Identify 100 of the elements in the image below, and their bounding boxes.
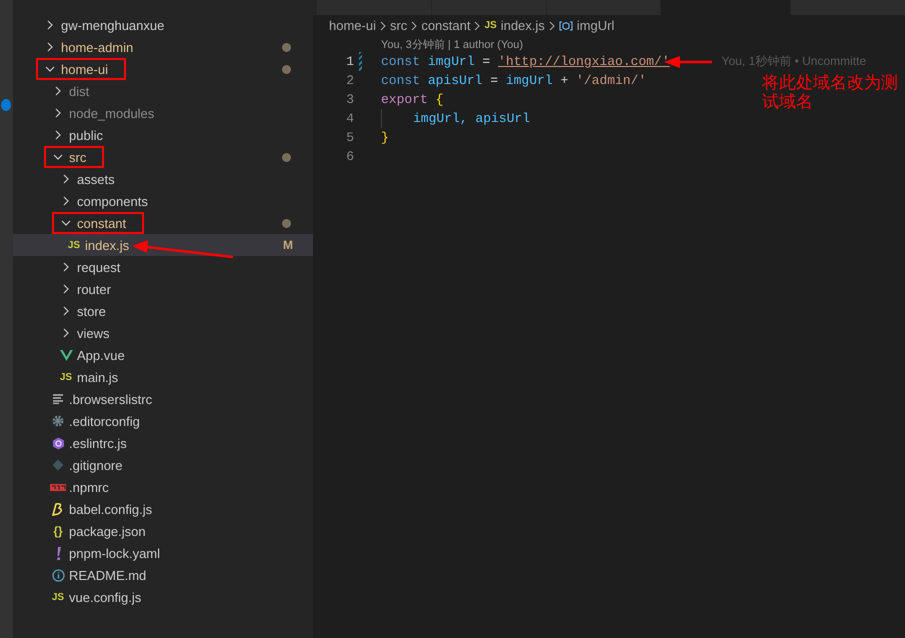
breadcrumb-item[interactable]: imgUrl xyxy=(576,18,614,33)
js-file-icon: JS xyxy=(68,240,80,250)
chevron-icon xyxy=(61,284,71,294)
gear-icon xyxy=(52,415,64,427)
breadcrumb-item[interactable]: src xyxy=(390,18,408,33)
file-name: main.js xyxy=(77,370,118,384)
js-file-icon: JS xyxy=(484,20,497,31)
js-file-icon: JS xyxy=(60,372,72,382)
chevron-icon xyxy=(53,86,63,96)
folder-row[interactable]: dist xyxy=(13,80,313,102)
file-row[interactable]: README.md xyxy=(13,564,313,586)
chevron-icon xyxy=(53,130,63,140)
file-row[interactable]: .browserslistrc xyxy=(13,388,313,410)
folder-name: assets xyxy=(77,172,115,186)
folder-row[interactable]: node_modules xyxy=(13,102,313,124)
folder-row[interactable]: gw-menghuanxue xyxy=(13,14,313,36)
info-icon xyxy=(52,568,64,582)
codelens-text[interactable]: You, 3分钟前 | 1 author (You) xyxy=(381,36,524,52)
line-number: 4 xyxy=(345,111,354,126)
line-number: 6 xyxy=(345,149,354,164)
file-name: vue.config.js xyxy=(69,590,142,604)
chevron-icon xyxy=(61,196,71,206)
file-row[interactable]: {} package.json xyxy=(13,520,313,542)
folder-name: home-admin xyxy=(61,40,134,54)
file-name: pnpm-lock.yaml xyxy=(69,546,160,560)
file-row[interactable]: JS main.js xyxy=(13,366,313,388)
folder-row[interactable]: request xyxy=(13,256,313,278)
file-row[interactable]: JS index.js M xyxy=(13,234,313,256)
chevron-icon xyxy=(380,20,386,30)
file-row[interactable]: JS vue.config.js xyxy=(13,586,313,608)
file-name: package.json xyxy=(69,524,146,538)
file-name: App.vue xyxy=(77,348,125,362)
babel-logo-icon xyxy=(52,502,64,516)
folder-row[interactable]: public xyxy=(13,124,313,146)
folder-row[interactable]: home-ui xyxy=(13,58,313,80)
folder-row[interactable]: components xyxy=(13,190,313,212)
chevron-icon xyxy=(61,328,71,338)
vue-logo-icon xyxy=(60,350,72,360)
folder-name: node_modules xyxy=(69,106,154,120)
file-row[interactable]: .npmrc xyxy=(13,476,313,498)
folder-row[interactable]: home-admin xyxy=(13,36,313,58)
code-line: const apisUrl = imgUrl + '/admin/' xyxy=(381,72,646,90)
npm-logo-icon xyxy=(50,484,66,490)
chevron-icon xyxy=(45,64,55,74)
hexagon-icon xyxy=(52,436,64,450)
folder-row[interactable]: assets xyxy=(13,168,313,190)
file-name: .browserslistrc xyxy=(69,392,152,406)
file-row[interactable]: pnpm-lock.yaml xyxy=(13,542,313,564)
braces-icon: {} xyxy=(53,524,63,538)
code-line: export { xyxy=(381,91,444,109)
file-name: .editorconfig xyxy=(69,414,140,428)
folder-row[interactable]: router xyxy=(13,278,313,300)
chevron-icon xyxy=(411,20,418,30)
chevron-icon xyxy=(61,262,71,272)
folder-name: components xyxy=(77,194,148,208)
chevron-icon xyxy=(45,20,55,30)
notification-badge xyxy=(1,99,11,111)
folder-row[interactable]: store xyxy=(13,300,313,322)
line-number: 1 xyxy=(345,54,354,69)
file-name: index.js xyxy=(85,238,130,252)
folder-row[interactable]: src xyxy=(13,146,313,168)
file-row[interactable]: .gitignore xyxy=(13,454,313,476)
file-name: .gitignore xyxy=(69,458,122,472)
git-status-label: M xyxy=(283,238,293,252)
line-number: 3 xyxy=(345,92,354,107)
folder-row[interactable]: constant xyxy=(13,212,313,234)
line-number: 2 xyxy=(345,73,354,88)
folder-name: store xyxy=(77,304,106,318)
folder-name: router xyxy=(77,282,111,296)
code-line: imgUrl, apisUrl xyxy=(413,110,530,128)
js-file-icon: JS xyxy=(52,592,64,602)
breadcrumb-item[interactable]: home-ui xyxy=(329,18,376,33)
folder-name: constant xyxy=(77,216,126,230)
file-name: .eslintrc.js xyxy=(69,436,127,450)
folder-name: request xyxy=(77,260,120,274)
folder-row[interactable]: views xyxy=(13,322,313,344)
file-row[interactable]: App.vue xyxy=(13,344,313,366)
folder-name: dist xyxy=(69,84,90,98)
diamond-icon xyxy=(52,459,64,471)
file-row[interactable]: .eslintrc.js xyxy=(13,432,313,454)
folder-name: home-ui xyxy=(61,62,108,76)
folder-name: src xyxy=(69,150,86,164)
file-row[interactable]: .editorconfig xyxy=(13,410,313,432)
chevron-icon xyxy=(61,218,71,228)
lines-icon xyxy=(52,394,64,404)
chevron-icon xyxy=(53,152,63,162)
breadcrumb-item[interactable]: index.js xyxy=(500,18,545,33)
code-line: const imgUrl = 'http://longxiao.com/' xyxy=(381,53,670,71)
chevron-icon xyxy=(61,174,71,184)
chevron-icon xyxy=(53,108,63,118)
exclamation-icon xyxy=(56,546,60,560)
chevron-icon xyxy=(61,306,71,316)
file-name: README.md xyxy=(69,568,146,582)
chevron-icon xyxy=(474,20,480,30)
file-row[interactable]: babel.config.js xyxy=(13,498,313,520)
folder-name: public xyxy=(69,128,103,142)
inline-blame: You, 1秒钟前 • Uncommitte xyxy=(722,53,866,70)
breadcrumb-item[interactable]: constant xyxy=(421,18,470,33)
chevron-icon xyxy=(548,20,555,30)
code-line: } xyxy=(381,129,389,147)
